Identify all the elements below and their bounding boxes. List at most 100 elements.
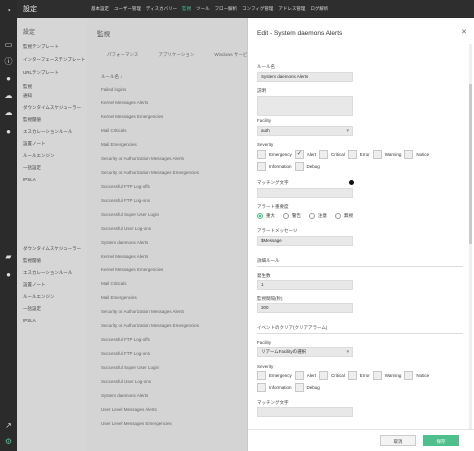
sidebar-item[interactable]: 一括設定 <box>23 306 41 312</box>
nav-item-users[interactable]: ユーザー管理 <box>114 6 141 12</box>
severity-emergency-checkbox[interactable] <box>257 150 266 159</box>
table-row[interactable]: Successful FTP Log-ons <box>101 198 150 203</box>
table-row[interactable]: Successful User Log-ons <box>101 379 151 384</box>
sidebar-item[interactable]: IPSLA <box>23 318 36 323</box>
info-icon[interactable]: ⓘ <box>4 57 13 66</box>
table-row[interactable]: System daemons Alerts <box>101 240 148 245</box>
sidebar-item[interactable]: ルールエンジン <box>23 294 55 300</box>
cloud-icon[interactable]: ☁ <box>4 108 13 117</box>
table-row[interactable]: Mail Emergencies <box>101 142 137 147</box>
sidebar-item[interactable]: IPSLA <box>23 177 36 182</box>
alert-severity-caution-radio[interactable] <box>309 213 315 219</box>
table-row[interactable]: Successful FTP Log-offs <box>101 337 150 342</box>
table-row[interactable]: Failed logins <box>101 87 126 92</box>
table-row[interactable]: Security or Authorization Messages Alert… <box>101 309 184 314</box>
match-text-input[interactable] <box>257 188 353 198</box>
table-row[interactable]: Successful User Log-ons <box>101 226 151 231</box>
severity-error-checkbox[interactable] <box>347 150 357 159</box>
table-row[interactable]: Mail Criticals <box>101 281 127 286</box>
tab-performance[interactable]: パフォーマンス <box>107 52 138 58</box>
severity2-warning-checkbox[interactable] <box>372 371 382 380</box>
table-row[interactable]: Mail Criticals <box>101 128 127 133</box>
table-row[interactable]: Successful Super User Login <box>101 212 159 217</box>
nav-item-flow[interactable]: フロー解析 <box>215 6 238 12</box>
alert-severity-warning-radio[interactable] <box>283 213 289 219</box>
cancel-button[interactable]: 取消 <box>380 435 416 446</box>
facility2-select[interactable]: リアームFacilityの選択 ▾ <box>257 347 353 357</box>
nav-item-ipam[interactable]: アドレス管理 <box>278 6 305 12</box>
scroll-thumb[interactable] <box>469 84 472 244</box>
occurrence-input[interactable]: 1 <box>257 280 353 290</box>
severity-alert-checkbox[interactable]: ✓ <box>294 150 304 159</box>
alert-severity-critical-radio[interactable] <box>257 213 263 219</box>
severity2-error-checkbox[interactable] <box>347 371 357 380</box>
severity2-notice-checkbox[interactable] <box>404 371 414 380</box>
severity2-critical-checkbox[interactable] <box>319 371 329 380</box>
sidebar-item[interactable]: 一括設定 <box>23 165 41 171</box>
user-icon[interactable]: ● <box>4 127 13 136</box>
nav-item-discovery[interactable]: ディスカバリー <box>146 6 177 12</box>
sidebar-item[interactable]: 設置ノート <box>23 282 46 288</box>
sidebar-item[interactable]: エスカレーションルール <box>23 129 72 135</box>
table-row[interactable]: Kernel Messages Alerts <box>101 254 148 259</box>
chat-icon[interactable]: ▰ <box>4 252 13 261</box>
desktop-icon[interactable]: ▭ <box>4 40 13 49</box>
alert-message-input[interactable]: $Message <box>257 236 353 246</box>
table-row[interactable]: Kernel Messages Alerts <box>101 100 148 105</box>
dashboard-icon[interactable]: ◔ <box>4 6 13 15</box>
cloud-icon[interactable]: ☁ <box>4 91 13 100</box>
interval-input[interactable]: 300 <box>257 303 353 313</box>
sidebar-item[interactable]: 監視閾値 <box>23 117 41 123</box>
sidebar-item[interactable]: エスカレーションルール <box>23 270 72 276</box>
severity-notice-checkbox[interactable] <box>404 150 414 159</box>
severity-critical-checkbox[interactable] <box>319 150 329 159</box>
sidebar-item[interactable]: 監視 <box>23 84 32 90</box>
severity-information-checkbox[interactable] <box>257 162 266 171</box>
sidebar-item[interactable]: 監視テンプレート <box>23 44 59 50</box>
facility-select[interactable]: auth ▾ <box>257 126 353 136</box>
table-row[interactable]: Kernel Messages Emergencies <box>101 114 163 119</box>
table-row[interactable]: Security or Authorization Messages Emerg… <box>101 170 199 175</box>
nav-item-logs[interactable]: ログ解析 <box>310 6 328 12</box>
severity2-emergency-checkbox[interactable] <box>257 371 266 380</box>
alert-severity-ignore-radio[interactable] <box>335 213 341 219</box>
nav-item-tools[interactable]: ツール <box>196 6 210 12</box>
table-row[interactable]: Successful FTP Log-offs <box>101 184 150 189</box>
table-row[interactable]: Security or Authorization Messages Alert… <box>101 156 184 161</box>
table-row[interactable]: Security or Authorization Messages Emerg… <box>101 323 199 328</box>
severity-warning-checkbox[interactable] <box>372 150 382 159</box>
tab-application[interactable]: アプリケーション <box>158 52 194 58</box>
sidebar-item[interactable]: 通知 <box>23 93 32 99</box>
sidebar-item[interactable]: 設置ノート <box>23 141 46 147</box>
table-row[interactable]: User Level Messages Alerts <box>101 407 157 412</box>
chart-icon[interactable]: ↗ <box>4 421 13 430</box>
panel-scrollbar[interactable] <box>469 44 472 429</box>
severity-debug-checkbox[interactable] <box>294 162 304 171</box>
table-row[interactable]: Kernel Messages Emergencies <box>101 267 163 272</box>
sidebar-item[interactable]: ダウンタイムスケジューラー <box>23 246 81 252</box>
table-row[interactable]: System daemons Alerts <box>101 393 148 398</box>
severity2-alert-checkbox[interactable] <box>294 371 304 380</box>
sidebar-item[interactable]: インターフェーステンプレート <box>23 57 85 63</box>
column-header-rule-name[interactable]: ルール名 ↓ <box>101 74 123 80</box>
settings-icon[interactable]: ⚙ <box>4 437 13 446</box>
user-icon[interactable]: ● <box>4 270 13 279</box>
close-icon[interactable]: ✕ <box>461 28 467 36</box>
sidebar-item[interactable]: ルールエンジン <box>23 153 55 159</box>
save-button[interactable]: 保存 <box>423 435 459 446</box>
map-pin-icon[interactable]: ● <box>4 74 13 83</box>
sidebar-item[interactable]: ダウンタイムスケジューラー <box>23 105 81 111</box>
nav-item-monitoring[interactable]: 監視 <box>182 6 191 12</box>
severity2-debug-checkbox[interactable] <box>294 383 304 392</box>
description-input[interactable] <box>257 96 353 116</box>
table-row[interactable]: Successful Super User Login <box>101 365 159 370</box>
table-row[interactable]: Successful FTP Log-ons <box>101 351 150 356</box>
rule-name-input[interactable]: System daemons Alerts <box>257 72 353 82</box>
sidebar-item[interactable]: URLテンプレート <box>23 70 59 76</box>
match-text2-input[interactable] <box>257 407 353 417</box>
nav-item-config[interactable]: コンフィグ管理 <box>242 6 273 12</box>
nav-item-basic[interactable]: 基本設定 <box>91 6 109 12</box>
severity2-information-checkbox[interactable] <box>257 383 266 392</box>
sidebar-item[interactable]: 監視閾値 <box>23 258 41 264</box>
table-row[interactable]: User Level Messages Emergencies <box>101 421 172 426</box>
